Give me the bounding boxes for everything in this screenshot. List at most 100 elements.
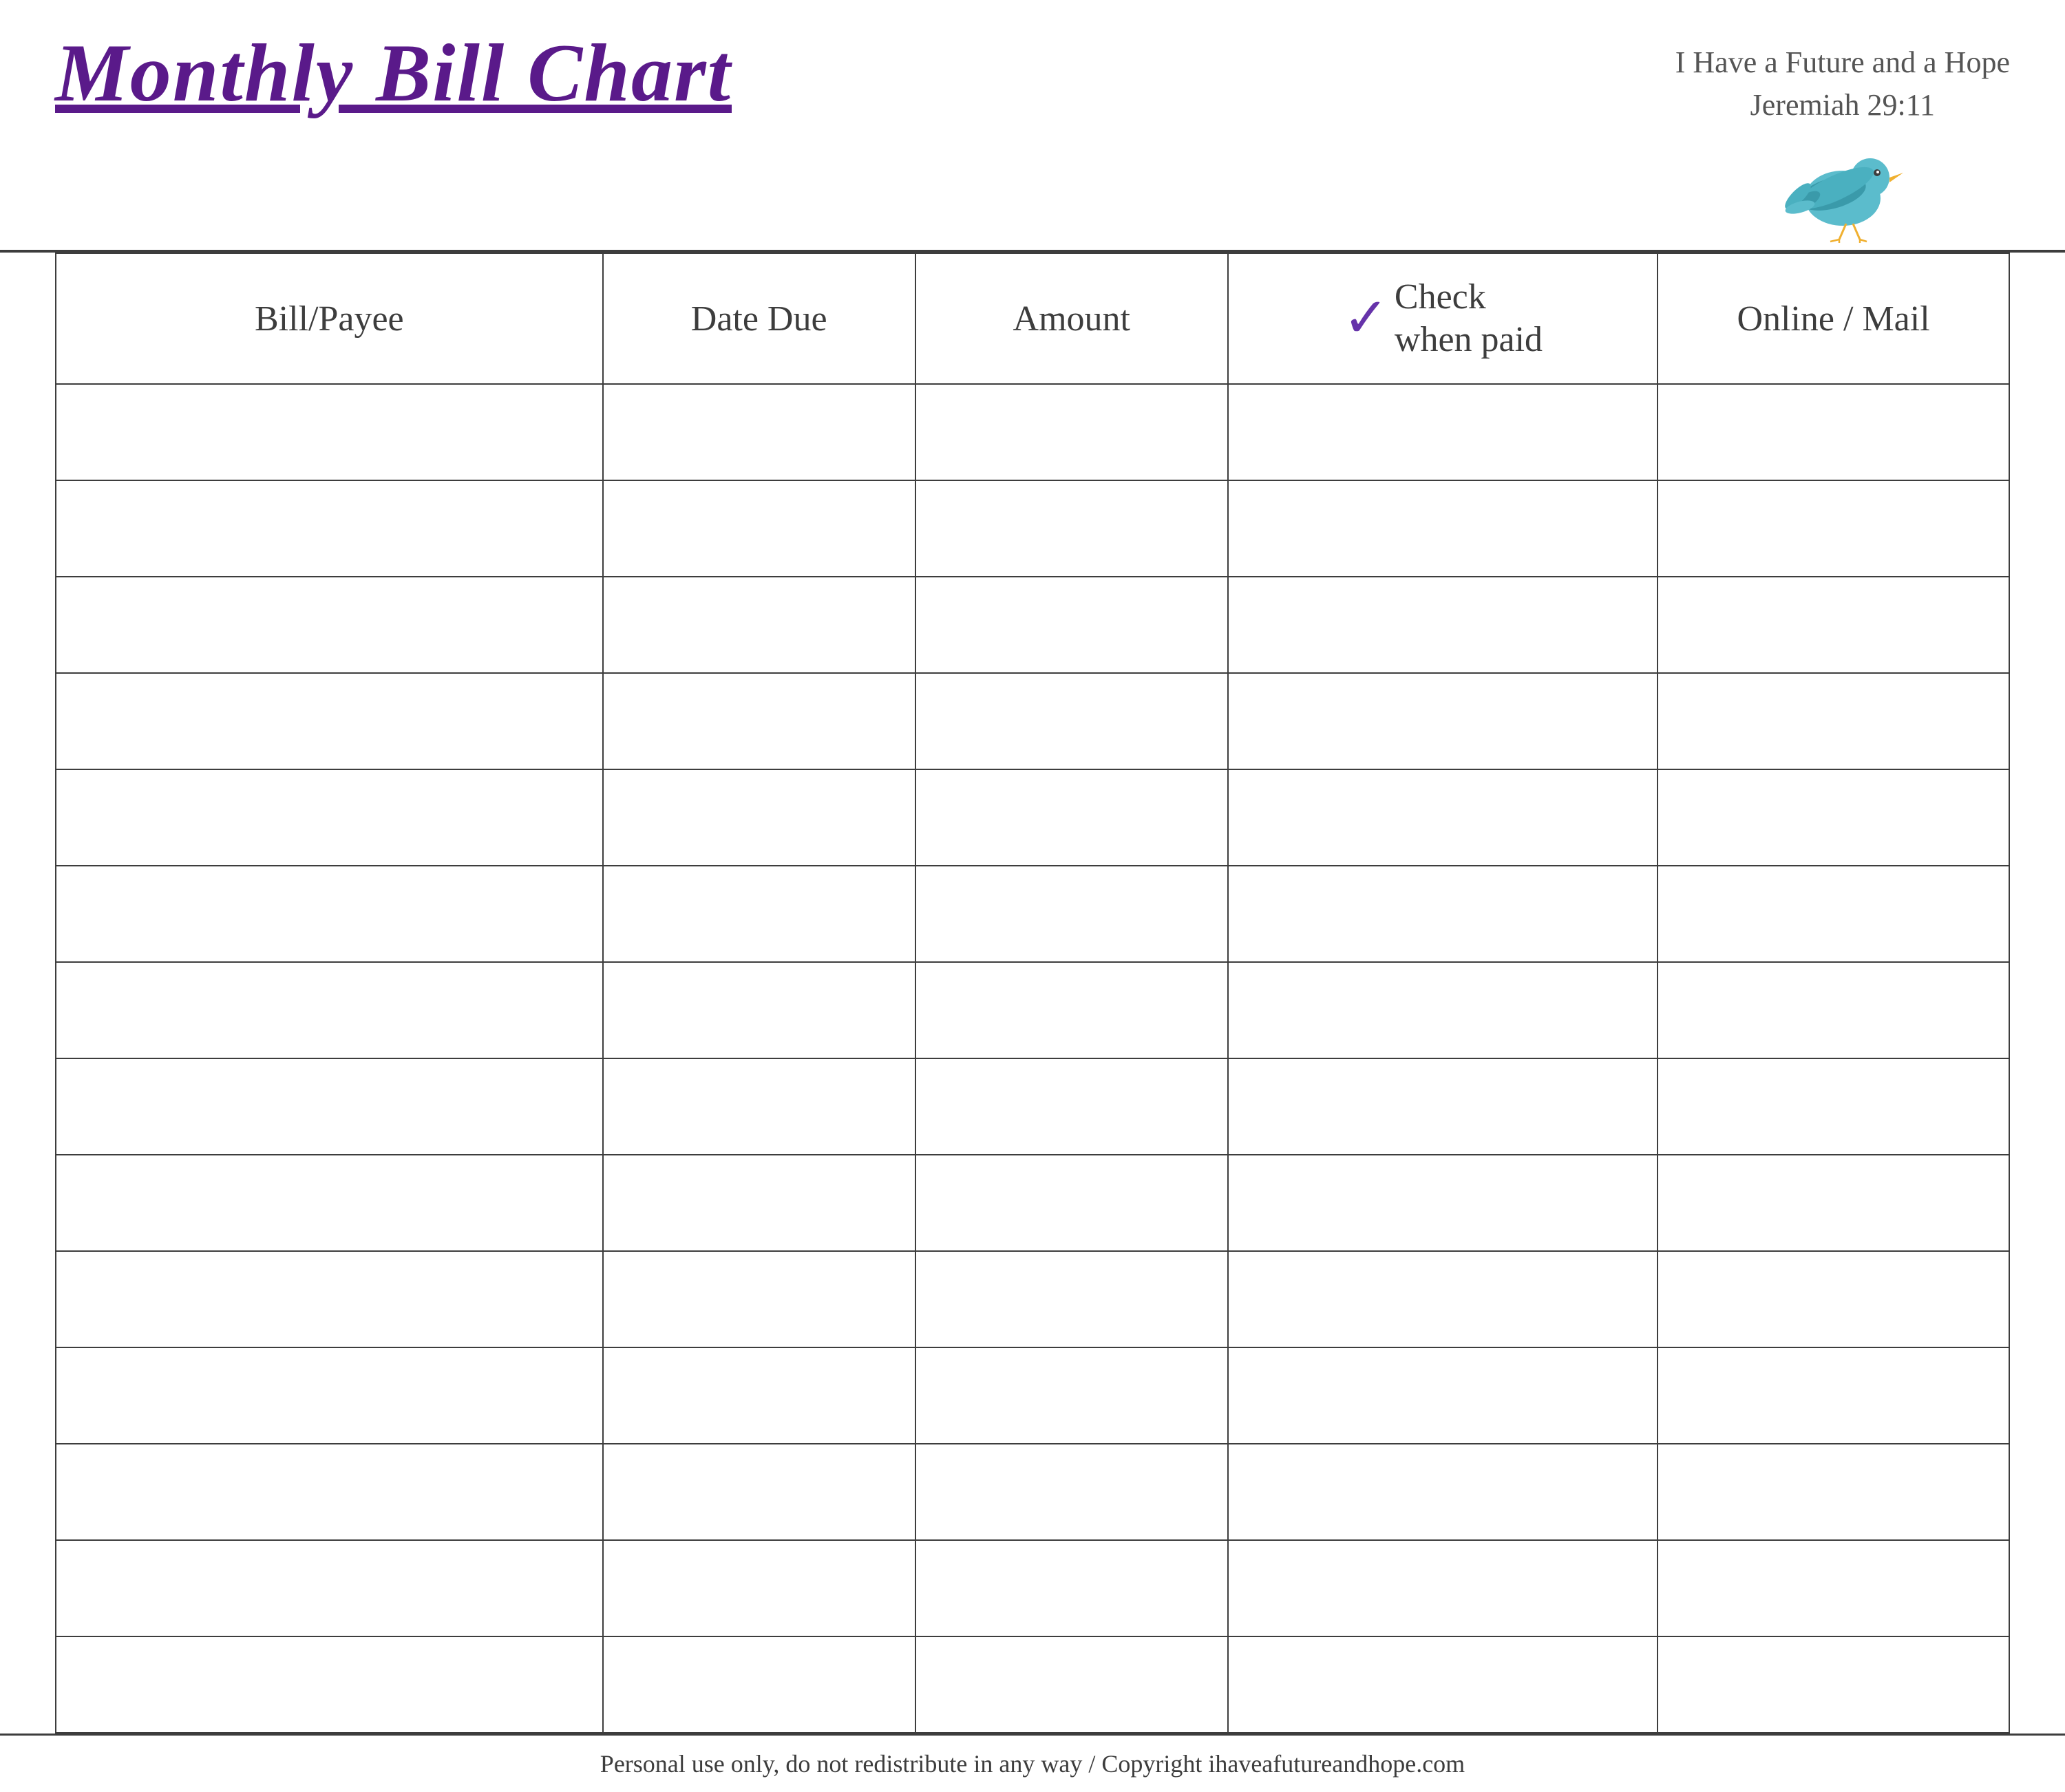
checkmark-icon: ✓ (1343, 291, 1389, 346)
table-cell (1228, 962, 1658, 1058)
table-cell (603, 866, 915, 962)
table-cell (915, 1155, 1228, 1251)
table-cell (1658, 1058, 2009, 1155)
table-cell (56, 769, 603, 866)
table-cell (1228, 1155, 1658, 1251)
table-container: Bill/Payee Date Due Amount ✓ Checkwhen p… (0, 253, 2065, 1734)
scripture-line2: Jeremiah 29:11 (1750, 88, 1935, 122)
table-cell (1228, 1251, 1658, 1347)
table-cell (1228, 1444, 1658, 1540)
page: Monthly Bill Chart I Have a Future and a… (0, 0, 2065, 1792)
table-cell (1228, 577, 1658, 673)
table-row (56, 1636, 2009, 1733)
table-cell (1658, 1155, 2009, 1251)
table-cell (603, 1636, 915, 1733)
table-row (56, 1540, 2009, 1636)
table-cell (1658, 1444, 2009, 1540)
table-cell (56, 962, 603, 1058)
table-cell (1658, 1347, 2009, 1444)
col-header-check: ✓ Checkwhen paid (1228, 253, 1658, 384)
table-cell (56, 673, 603, 769)
footer-text: Personal use only, do not redistribute i… (600, 1750, 1465, 1778)
table-cell (1228, 1347, 1658, 1444)
table-cell (56, 1155, 603, 1251)
table-cell (915, 384, 1228, 480)
bird-icon (1781, 133, 1905, 236)
table-cell (915, 866, 1228, 962)
table-row (56, 1444, 2009, 1540)
bill-table: Bill/Payee Date Due Amount ✓ Checkwhen p… (55, 253, 2010, 1734)
table-cell (1658, 962, 2009, 1058)
table-row (56, 962, 2009, 1058)
table-cell (56, 1058, 603, 1155)
table-cell (915, 1251, 1228, 1347)
table-row (56, 384, 2009, 480)
table-cell (56, 1444, 603, 1540)
table-cell (603, 1444, 915, 1540)
table-row (56, 1058, 2009, 1155)
table-cell (1228, 480, 1658, 577)
table-cell (603, 962, 915, 1058)
table-row (56, 480, 2009, 577)
table-cell (1658, 1251, 2009, 1347)
table-row (56, 1251, 2009, 1347)
table-cell (56, 577, 603, 673)
table-cell (915, 962, 1228, 1058)
table-row (56, 866, 2009, 962)
table-cell (603, 769, 915, 866)
table-row (56, 673, 2009, 769)
table-cell (915, 480, 1228, 577)
table-cell (1228, 769, 1658, 866)
table-cell (1658, 577, 2009, 673)
table-row (56, 577, 2009, 673)
table-cell (915, 1444, 1228, 1540)
table-cell (56, 480, 603, 577)
table-cell (915, 1347, 1228, 1444)
table-cell (1228, 1058, 1658, 1155)
table-cell (603, 673, 915, 769)
table-cell (1658, 384, 2009, 480)
table-cell (603, 1155, 915, 1251)
table-cell (1228, 1636, 1658, 1733)
table-cell (1658, 673, 2009, 769)
table-cell (915, 577, 1228, 673)
title-block: Monthly Bill Chart (55, 28, 732, 118)
table-cell (603, 1058, 915, 1155)
scripture-line1: I Have a Future and a Hope (1675, 45, 2010, 79)
table-cell (915, 1058, 1228, 1155)
table-cell (1228, 1540, 1658, 1636)
table-cell (56, 1540, 603, 1636)
table-cell (56, 384, 603, 480)
table-cell (56, 1347, 603, 1444)
table-cell (915, 673, 1228, 769)
col-header-online: Online / Mail (1658, 253, 2009, 384)
footer: Personal use only, do not redistribute i… (0, 1734, 2065, 1792)
table-cell (1228, 673, 1658, 769)
table-cell (1658, 866, 2009, 962)
table-cell (1658, 1540, 2009, 1636)
scripture-text: I Have a Future and a Hope Jeremiah 29:1… (1675, 41, 2010, 126)
table-header-row: Bill/Payee Date Due Amount ✓ Checkwhen p… (56, 253, 2009, 384)
table-row (56, 1347, 2009, 1444)
table-cell (603, 1540, 915, 1636)
table-cell (1658, 1636, 2009, 1733)
table-cell (603, 384, 915, 480)
table-row (56, 769, 2009, 866)
table-cell (1228, 866, 1658, 962)
table-cell (915, 1636, 1228, 1733)
col-header-bill: Bill/Payee (56, 253, 603, 384)
col-header-amount: Amount (915, 253, 1228, 384)
table-cell (56, 866, 603, 962)
col-header-date: Date Due (603, 253, 915, 384)
table-cell (56, 1636, 603, 1733)
check-when-paid-text: Checkwhen paid (1395, 276, 1543, 362)
table-cell (603, 577, 915, 673)
table-cell (56, 1251, 603, 1347)
table-cell (603, 1347, 915, 1444)
table-cell (1228, 384, 1658, 480)
header-right: I Have a Future and a Hope Jeremiah 29:1… (1675, 28, 2010, 236)
table-row (56, 1155, 2009, 1251)
table-cell (603, 1251, 915, 1347)
header: Monthly Bill Chart I Have a Future and a… (0, 0, 2065, 253)
table-cell (915, 1540, 1228, 1636)
